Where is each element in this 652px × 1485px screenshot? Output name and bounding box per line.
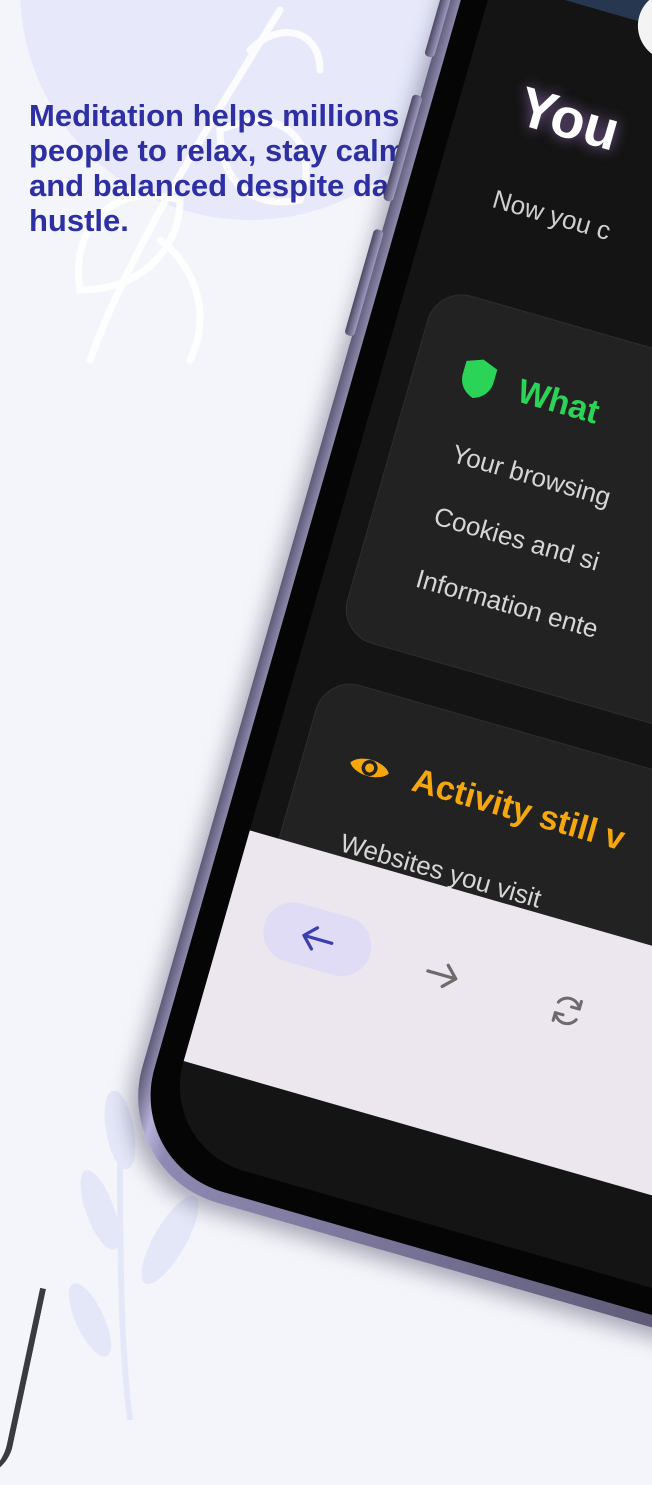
refresh-icon — [551, 996, 583, 1026]
list-item: Information ente — [412, 563, 602, 644]
card-header: What — [455, 354, 604, 434]
back-button[interactable] — [256, 895, 379, 984]
list-item: Your browsing — [448, 438, 615, 513]
screen-title: You — [511, 74, 627, 163]
eye-icon — [350, 758, 389, 777]
reload-button[interactable] — [506, 967, 628, 1055]
list-item: Cookies and si — [430, 500, 603, 577]
screen-subtitle: Now you c — [489, 183, 615, 246]
shield-icon — [462, 359, 498, 399]
arrow-left-icon — [302, 926, 334, 951]
forward-button[interactable] — [381, 931, 503, 1019]
card-title: What — [513, 371, 604, 432]
second-phone-edge — [0, 1275, 47, 1485]
arrow-right-icon — [426, 963, 458, 989]
card-title: Activity still v — [407, 761, 630, 859]
avatar[interactable] — [629, 0, 652, 70]
